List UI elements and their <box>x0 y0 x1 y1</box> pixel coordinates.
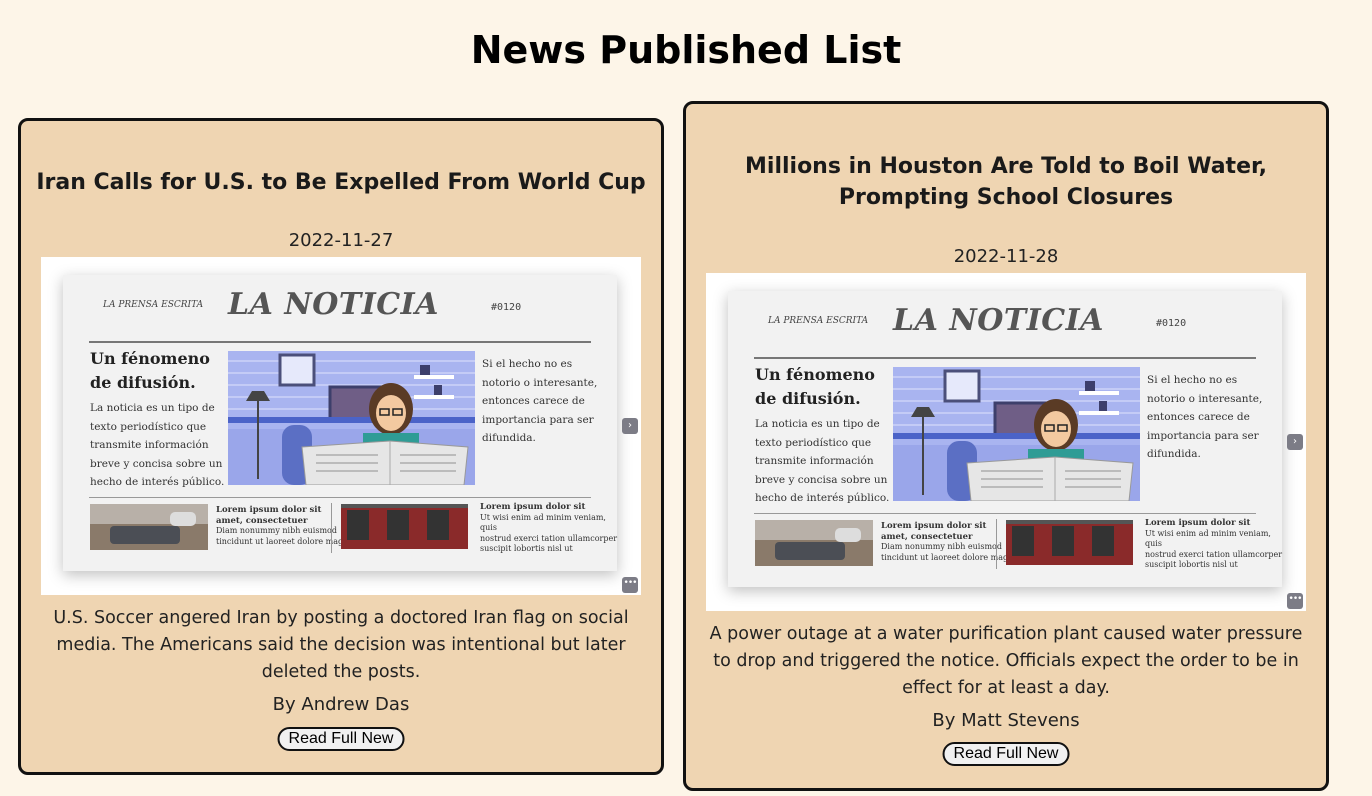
read-full-button[interactable]: Read Full New <box>942 742 1070 766</box>
newspaper-masthead: LA NOTICIA <box>228 287 439 322</box>
newspaper-top-label: LA PRENSA ESCRITA <box>768 316 869 326</box>
news-image: LA PRENSA ESCRITA LA NOTICIA #0120 Un fé… <box>706 273 1306 611</box>
newspaper-illustration: LA PRENSA ESCRITA LA NOTICIA #0120 Un fé… <box>63 275 617 571</box>
newspaper-issue: #0120 <box>1156 318 1187 329</box>
newspaper-caption: Lorem ipsum dolor sit amet, consectetuer D… <box>881 521 1021 562</box>
news-description: A power outage at a water purification p… <box>709 624 1303 698</box>
newspaper-illustration: LA PRENSA ESCRITA LA NOTICIA #0120 Un fé… <box>728 291 1282 587</box>
divider <box>754 513 1256 514</box>
news-card: Millions in Houston Are Told to Boil Wat… <box>683 101 1329 791</box>
news-image: LA PRENSA ESCRITA LA NOTICIA #0120 Un fé… <box>41 257 641 595</box>
newspaper-body: La noticia es un tipo de texto periodísti… <box>755 418 890 504</box>
divider <box>331 503 332 553</box>
newspaper-caption: Lorem ipsum dolor sit Ut wisi enim ad min… <box>1145 518 1283 569</box>
news-title: Iran Calls for U.S. to Be Expelled From … <box>36 170 646 195</box>
newspaper-body: La noticia es un tipo de texto periodísti… <box>90 402 225 488</box>
reading-woman-illustration <box>893 367 1140 501</box>
train-photo <box>341 504 468 549</box>
divider <box>996 519 997 569</box>
reading-woman-illustration <box>228 351 475 485</box>
news-description: U.S. Soccer angered Iran by posting a do… <box>53 608 629 682</box>
newspaper-side-column: Si el hecho no es notorio o interesante, e… <box>482 358 598 444</box>
newspaper-top-label: LA PRENSA ESCRITA <box>103 300 204 310</box>
chevron-right-icon[interactable]: › <box>622 418 638 434</box>
newspaper-issue: #0120 <box>491 302 522 313</box>
divider <box>754 357 1256 359</box>
news-author: By Matt Stevens <box>932 710 1080 731</box>
more-dots-icon[interactable]: ••• <box>1287 593 1303 609</box>
news-author: By Andrew Das <box>272 694 410 715</box>
news-date: 2022-11-27 <box>288 230 394 251</box>
news-date: 2022-11-28 <box>953 246 1059 267</box>
read-full-button[interactable]: Read Full New <box>277 727 405 751</box>
page-title: News Published List <box>470 28 902 72</box>
newspaper-headline: Un fénomeno de difusión. <box>90 349 210 392</box>
newspaper-headline: Un fénomeno de difusión. <box>755 365 875 408</box>
divider <box>89 341 591 343</box>
more-dots-icon[interactable]: ••• <box>622 577 638 593</box>
newspaper-caption: Lorem ipsum dolor sit amet, consectetuer D… <box>216 505 356 546</box>
news-title: Millions in Houston Are Told to Boil Wat… <box>745 154 1267 210</box>
newspaper-masthead: LA NOTICIA <box>893 303 1104 338</box>
news-card: Iran Calls for U.S. to Be Expelled From … <box>18 118 664 775</box>
divider <box>89 497 591 498</box>
car-photo <box>755 520 873 566</box>
chevron-right-icon[interactable]: › <box>1287 434 1303 450</box>
car-photo <box>90 504 208 550</box>
train-photo <box>1006 520 1133 565</box>
newspaper-caption: Lorem ipsum dolor sit Ut wisi enim ad min… <box>480 502 618 553</box>
newspaper-side-column: Si el hecho no es notorio o interesante, e… <box>1147 374 1263 460</box>
